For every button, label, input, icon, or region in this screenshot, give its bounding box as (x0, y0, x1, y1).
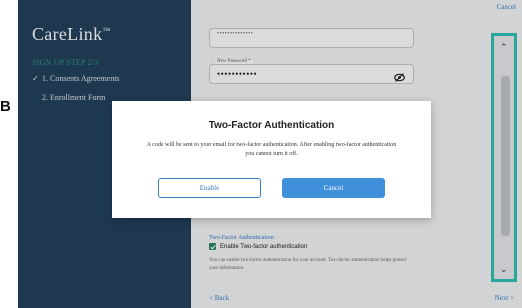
enable-button[interactable]: Enable (158, 178, 261, 198)
panel-letter: B (0, 98, 11, 115)
app-window: CareLink™ SIGN UP STEP 2/3 ✓ 1. Consents … (18, 0, 522, 308)
cancel-button[interactable]: Cancel (282, 178, 385, 198)
tfa-dialog: Two-Factor Authentication A code will be… (112, 101, 431, 218)
dialog-description: A code will be sent to your email for tw… (146, 142, 397, 157)
dialog-title: Two-Factor Authentication (208, 120, 335, 131)
